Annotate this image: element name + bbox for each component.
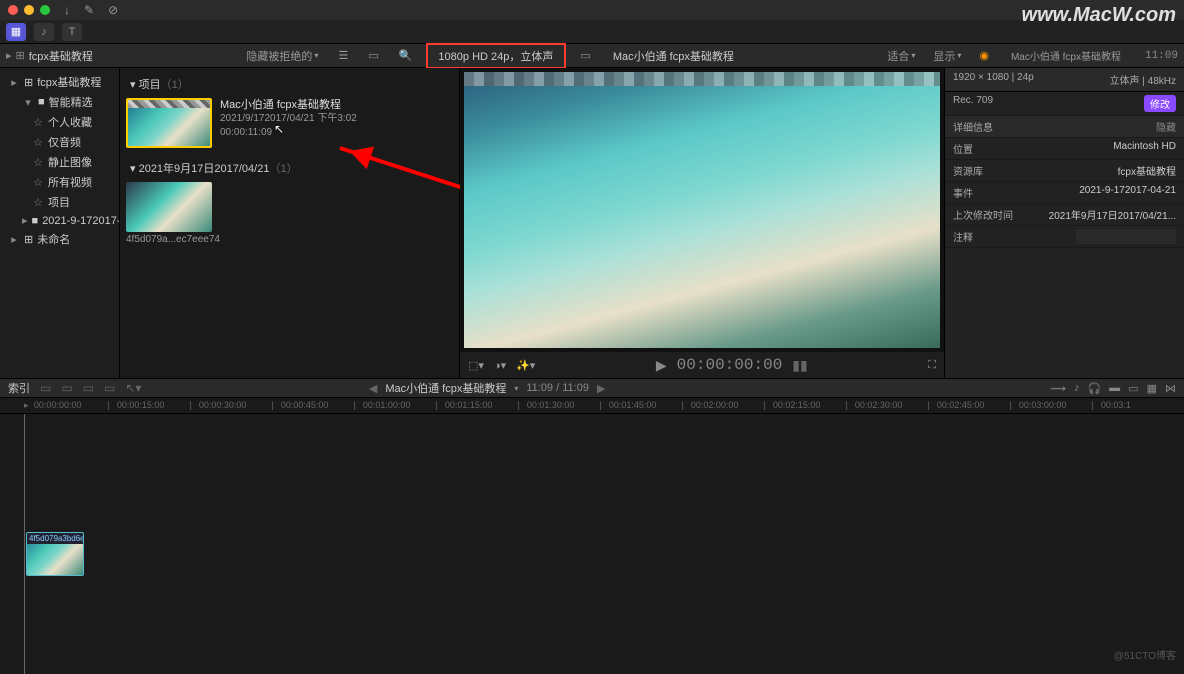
overwrite-clip-icon[interactable]: ▭ — [104, 381, 115, 395]
inspector-panel: 1920 × 1080 | 24p 立体声 | 48kHz Rec. 709 修… — [944, 68, 1184, 378]
inspector-details-header[interactable]: 详细信息 隐藏 — [945, 116, 1184, 138]
watermark-footer: @51CTO博客 — [1114, 647, 1176, 662]
maximize-window-button[interactable] — [40, 5, 50, 15]
notes-input[interactable] — [1076, 229, 1176, 244]
inspector-row-event: 事件2021-9-172017-04-21 — [945, 182, 1184, 204]
render-icon[interactable]: ⊘ — [108, 3, 118, 17]
import-icon[interactable]: ↓ — [64, 3, 70, 17]
loop-button[interactable]: ▮▮ — [792, 357, 807, 374]
photos-tab[interactable]: ♪ — [34, 23, 54, 41]
transitions-browser-icon[interactable]: ⋈ — [1165, 382, 1176, 395]
inspector-row-notes: 注释 — [945, 226, 1184, 248]
skimming-icon[interactable]: ⟿ — [1050, 382, 1066, 395]
append-clip-icon[interactable]: ▭ — [83, 381, 94, 395]
inspector-row-library: 资源库fcpx基础教程 — [945, 160, 1184, 182]
timeline-next-icon[interactable]: ▶ — [597, 382, 605, 395]
window-titlebar: ↓ ✎ ⊘ — [0, 0, 1184, 20]
audio-skim-icon[interactable]: ♪ — [1074, 382, 1080, 395]
close-window-button[interactable] — [8, 5, 18, 15]
project-duration: 11:09 — [1145, 50, 1178, 62]
modify-button[interactable]: 修改 — [1144, 95, 1176, 112]
keyword-icon[interactable]: ✎ — [84, 3, 94, 17]
viewer-panel: ⬚▾ ◑▾ ✨▾ ▶ 00:00:00:00 ▮▮ ⛶ — [460, 68, 944, 378]
library-breadcrumb: ▸ ⊞ fcpx基础教程 — [6, 48, 93, 64]
library-sidebar: ▸⊞ fcpx基础教程 ▾■ 智能精选 ☆ 个人收藏 ☆ 仅音频 ☆ 静止图像 … — [0, 68, 120, 378]
snap-icon[interactable]: ▬ — [1109, 382, 1120, 395]
grid-view-icon[interactable]: ☰ — [332, 47, 354, 64]
sidebar-item-untitled[interactable]: ▸⊞ 未命名 — [0, 229, 119, 249]
browser-toolbar: ▸ ⊞ fcpx基础教程 隐藏被拒绝的 ▾ ☰ ▭ 🔍 1080p HD 24p… — [0, 44, 1184, 68]
inspector-toggle-icon[interactable]: ◉ — [973, 47, 995, 64]
sidebar-item-library[interactable]: ▸⊞ fcpx基础教程 — [0, 72, 119, 92]
play-button[interactable]: ▶ — [656, 357, 667, 374]
watermark-text: www.MacW.com — [1022, 4, 1176, 27]
viewer-toolbar: ⬚▾ ◑▾ ✨▾ ▶ 00:00:00:00 ▮▮ ⛶ — [460, 352, 944, 378]
inspector-row-modified: 上次修改时间2021年9月17日2017/04/21... — [945, 204, 1184, 226]
timeline-view-icon[interactable]: ▭ — [1128, 382, 1138, 395]
playhead[interactable] — [24, 414, 25, 674]
minimize-window-button[interactable] — [24, 5, 34, 15]
media-clip[interactable]: 4f5d079a...ec7eee74 — [126, 182, 212, 245]
workspace-tabs: ▦ ♪ T — [0, 20, 1184, 44]
fullscreen-icon[interactable]: ⛶ — [928, 359, 936, 371]
project-metadata: Mac小伯通 fcpx基础教程 2021/9/172017/04/21 下午3:… — [220, 98, 357, 140]
browser-group-projects[interactable]: ▾ 项目（1） — [126, 74, 453, 94]
media-thumbnail[interactable] — [126, 182, 212, 232]
cursor-icon: ↖ — [274, 122, 284, 136]
clip-browser: ▾ 项目（1） Mac小伯通 fcpx基础教程 2021/9/172017/04… — [120, 68, 460, 378]
viewer-layout-icon[interactable]: ▭ — [574, 47, 596, 64]
index-button[interactable]: 索引 — [8, 380, 30, 396]
select-tool-icon[interactable]: ↖▾ — [125, 381, 141, 395]
inspector-project-name: Mac小伯通 fcpx基础教程 — [1011, 48, 1121, 63]
connect-clip-icon[interactable]: ▭ — [40, 381, 51, 395]
viewer-canvas[interactable] — [464, 72, 940, 348]
inspector-format-header: 1920 × 1080 | 24p 立体声 | 48kHz — [945, 68, 1184, 92]
hide-rejected-menu[interactable]: 隐藏被拒绝的 ▾ — [240, 46, 324, 66]
solo-icon[interactable]: 🎧 — [1087, 382, 1101, 395]
timeline-area[interactable]: 4f5d079a3bd6e1... — [0, 414, 1184, 674]
inspector-row-location: 位置Macintosh HD — [945, 138, 1184, 160]
viewer-timecode: 00:00:00:00 — [677, 356, 783, 374]
format-info-highlight: 1080p HD 24p，立体声 — [426, 43, 566, 69]
search-icon[interactable]: 🔍 — [393, 47, 419, 64]
sidebar-item-all-video[interactable]: ☆ 所有视频 — [0, 172, 119, 192]
effects-browser-icon[interactable]: ▦ — [1147, 382, 1157, 395]
timeline-prev-icon[interactable]: ◀ — [369, 382, 377, 395]
timeline-clip[interactable]: 4f5d079a3bd6e1... — [26, 532, 84, 576]
media-clip-name: 4f5d079a...ec7eee74 — [126, 234, 212, 245]
sidebar-item-projects[interactable]: ☆ 项目 — [0, 192, 119, 212]
titles-tab[interactable]: T — [62, 23, 82, 41]
timeline-clip-label: 4f5d079a3bd6e1... — [27, 533, 83, 544]
timeline-position: 11:09 / 11:09 — [526, 382, 589, 394]
transform-tool-icon[interactable]: ⬚▾ — [468, 359, 484, 372]
sidebar-item-stills[interactable]: ☆ 静止图像 — [0, 152, 119, 172]
timeline-ruler[interactable]: ▸ 00:00:00:00 | 00:00:15:00 | 00:00:30:0… — [0, 398, 1184, 414]
enhance-tool-icon[interactable]: ✨▾ — [516, 359, 535, 372]
view-menu[interactable]: 显示 ▾ — [927, 46, 967, 66]
timeline-toolbar: 索引 ▭ ▭ ▭ ▭ ↖▾ ◀ Mac小伯通 fcpx基础教程 ▾ 11:09 … — [0, 378, 1184, 398]
library-tab[interactable]: ▦ — [6, 23, 26, 41]
sidebar-item-audio-only[interactable]: ☆ 仅音频 — [0, 132, 119, 152]
project-thumbnail[interactable] — [126, 98, 212, 148]
sidebar-item-favorites[interactable]: ☆ 个人收藏 — [0, 112, 119, 132]
timeline-project-name: Mac小伯通 fcpx基础教程 — [385, 380, 506, 396]
viewer-project-name: Mac小伯通 fcpx基础教程 — [613, 48, 734, 64]
inspector-colorspace-row: Rec. 709 修改 — [945, 92, 1184, 116]
insert-clip-icon[interactable]: ▭ — [61, 381, 72, 395]
zoom-fit-menu[interactable]: 适合 ▾ — [881, 46, 921, 66]
filmstrip-view-icon[interactable]: ▭ — [362, 47, 384, 64]
sidebar-item-smart[interactable]: ▾■ 智能精选 — [0, 92, 119, 112]
color-tool-icon[interactable]: ◑▾ — [494, 359, 506, 372]
project-clip[interactable]: Mac小伯通 fcpx基础教程 2021/9/172017/04/21 下午3:… — [126, 98, 453, 148]
sidebar-item-event[interactable]: ▸■ 2021-9-172017-04-... — [0, 212, 119, 229]
